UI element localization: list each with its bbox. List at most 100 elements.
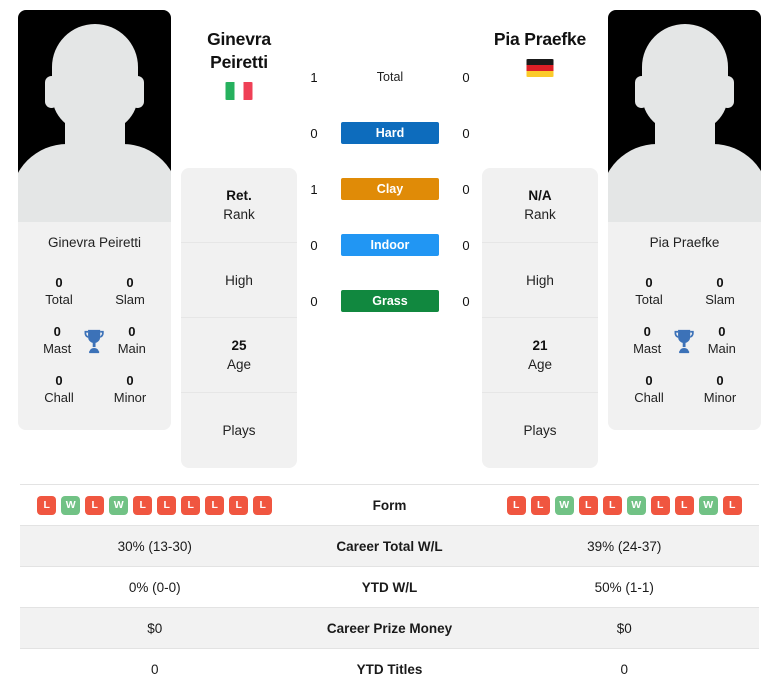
titles-mast-value: 0	[643, 324, 651, 339]
info-rank-right: N/A Rank	[482, 168, 598, 243]
info-high-right: High	[482, 243, 598, 318]
form-badge-win[interactable]: W	[61, 495, 81, 515]
titles-main-value: 0	[128, 324, 136, 339]
surface-indoor-label: Indoor	[341, 234, 439, 256]
player-last-name-left: Peiretti	[210, 52, 268, 72]
titles-minor-value: 0	[716, 373, 724, 388]
surface-grass-right-value: 0	[462, 293, 470, 309]
player-comparison-page: Ginevra Peiretti 0 Total 0 Slam 0 Mast 0…	[0, 0, 779, 699]
form-badge-loss[interactable]: L	[530, 495, 550, 515]
form-badge-loss[interactable]: L	[181, 495, 201, 515]
surface-total-right-value: 0	[462, 69, 470, 85]
surface-clay-right-value: 0	[462, 181, 470, 197]
titles-grid-left: 0 Total 0 Slam 0 Mast 0 Main 0 Chall 0 M…	[18, 263, 171, 430]
form-badge-loss[interactable]: L	[133, 495, 153, 515]
form-badge-loss[interactable]: L	[253, 495, 273, 515]
table-row-career-total-wl: 30% (13-30) Career Total W/L 39% (24-37)	[20, 525, 759, 566]
form-badge-win[interactable]: W	[626, 495, 646, 515]
form-badge-loss[interactable]: L	[578, 495, 598, 515]
info-high-left: High	[181, 243, 297, 318]
career-total-wl-left: 30% (13-30)	[117, 538, 192, 554]
player-name-left: Ginevra Peiretti	[18, 222, 171, 263]
trophy-icon	[674, 329, 695, 353]
player-header-right: Pia Praefke	[470, 28, 610, 77]
surface-hard-right-value: 0	[462, 125, 470, 141]
player-header-left: Ginevra Peiretti	[181, 28, 297, 100]
table-row-ytd-wl: 0% (0-0) YTD W/L 50% (1-1)	[20, 566, 759, 607]
form-badge-loss[interactable]: L	[602, 495, 622, 515]
titles-total-value: 0	[645, 275, 653, 290]
ytd-wl-right: 50% (1-1)	[594, 579, 654, 595]
table-row-career-prize-money: $0 Career Prize Money $0	[20, 607, 759, 648]
surface-row-grass: 0 Grass 0	[305, 284, 475, 318]
info-age-left: 25 Age	[181, 318, 297, 393]
titles-chall-left: 0 Chall	[32, 372, 86, 407]
surface-wins-panel: 1 Total 0 0 Hard 0 1 Clay 0 0 Indoor 0 0	[305, 60, 475, 318]
titles-main-left: 0 Main	[107, 323, 157, 358]
titles-minor-label: Minor	[703, 390, 737, 405]
form-badge-loss[interactable]: L	[674, 495, 694, 515]
info-plays-label: Plays	[222, 423, 256, 438]
titles-minor-left: 0 Minor	[103, 372, 157, 407]
form-badge-win[interactable]: W	[554, 495, 574, 515]
titles-mast-label: Mast	[633, 341, 662, 356]
surface-clay-label: Clay	[341, 178, 439, 200]
form-badge-loss[interactable]: L	[37, 495, 57, 515]
titles-row: 0 Chall 0 Minor	[608, 365, 761, 414]
row-label-career-total-wl: Career Total W/L	[336, 538, 443, 554]
surface-hard-left-value: 0	[310, 125, 318, 141]
form-badge-loss[interactable]: L	[722, 495, 742, 515]
form-badges-right: LLWLLWLLWL	[490, 495, 760, 515]
info-plays-right: Plays	[482, 393, 598, 468]
info-rank-value: N/A	[528, 187, 552, 203]
flag-italy-icon	[225, 82, 253, 100]
surface-hard-label: Hard	[341, 122, 439, 144]
form-badge-win[interactable]: W	[698, 495, 718, 515]
titles-main-label: Main	[117, 341, 146, 356]
career-prize-money-right: $0	[616, 620, 632, 636]
info-age-value: 25	[231, 337, 247, 353]
surface-total-left-value: 1	[310, 69, 318, 85]
info-plays-left: Plays	[181, 393, 297, 468]
info-rank-label: Rank	[223, 206, 255, 222]
info-age-value: 21	[532, 337, 548, 353]
titles-total-label: Total	[635, 292, 663, 307]
titles-chall-right: 0 Chall	[622, 372, 676, 407]
form-badges-left: LWLWLLLLLL	[20, 495, 290, 515]
titles-slam-value: 0	[126, 275, 134, 290]
form-badge-loss[interactable]: L	[650, 495, 670, 515]
surface-indoor-right-value: 0	[462, 237, 470, 253]
titles-slam-label: Slam	[705, 292, 735, 307]
trophy-icon	[84, 329, 105, 353]
titles-chall-label: Chall	[634, 390, 664, 405]
surface-clay-left-value: 1	[310, 181, 318, 197]
titles-row: 0 Total 0 Slam	[18, 267, 171, 316]
player-card-right: Pia Praefke 0 Total 0 Slam 0 Mast 0 Main…	[608, 10, 761, 430]
form-badge-loss[interactable]: L	[506, 495, 526, 515]
titles-mast-label: Mast	[43, 341, 72, 356]
titles-minor-value: 0	[126, 373, 134, 388]
form-badge-loss[interactable]: L	[85, 495, 105, 515]
row-label-career-prize-money: Career Prize Money	[326, 620, 453, 636]
form-badge-loss[interactable]: L	[229, 495, 249, 515]
surface-row-hard: 0 Hard 0	[305, 116, 475, 150]
surface-grass-label: Grass	[341, 290, 439, 312]
form-badge-loss[interactable]: L	[205, 495, 225, 515]
table-row-ytd-titles: 0 YTD Titles 0	[20, 648, 759, 689]
titles-main-right: 0 Main	[697, 323, 747, 358]
surface-row-total: 1 Total 0	[305, 60, 475, 94]
form-badge-loss[interactable]: L	[157, 495, 177, 515]
surface-row-clay: 1 Clay 0	[305, 172, 475, 206]
titles-slam-right: 0 Slam	[693, 274, 747, 309]
form-badge-win[interactable]: W	[109, 495, 129, 515]
row-label-ytd-titles: YTD Titles	[356, 661, 423, 677]
career-total-wl-right: 39% (24-37)	[587, 538, 662, 554]
titles-mast-right: 0 Mast	[622, 323, 672, 358]
info-rank-left: Ret. Rank	[181, 168, 297, 243]
player-full-name-right: Pia Praefke	[493, 29, 587, 49]
surface-row-indoor: 0 Indoor 0	[305, 228, 475, 262]
surface-total-label: Total	[376, 70, 404, 84]
info-high-label: High	[225, 272, 253, 288]
titles-slam-left: 0 Slam	[103, 274, 157, 309]
info-age-label: Age	[527, 356, 553, 372]
